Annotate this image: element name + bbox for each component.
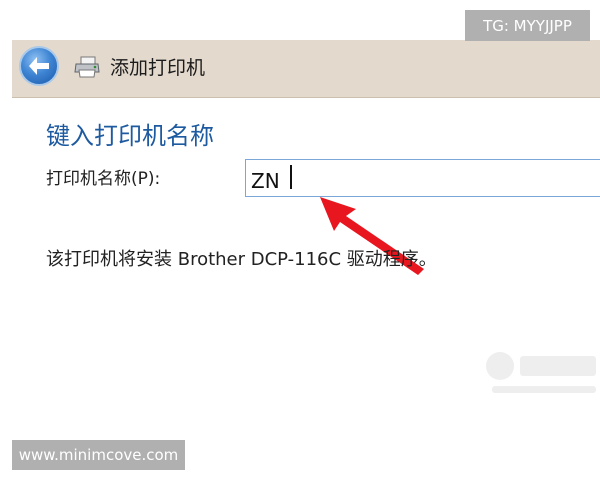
back-arrow-icon: [29, 57, 49, 75]
add-printer-window: 添加打印机 键入打印机名称 打印机名称(P): 该打印机将安装 Brother …: [12, 40, 600, 440]
text-caret: [290, 165, 292, 189]
printer-name-input[interactable]: [245, 159, 600, 197]
tg-watermark-badge: TG: MYYJJPP: [465, 10, 590, 41]
wizard-content: 键入打印机名称 打印机名称(P): 该打印机将安装 Brother DCP-11…: [12, 98, 600, 440]
window-titlebar: 添加打印机: [12, 40, 600, 98]
page-heading: 键入打印机名称: [46, 122, 214, 150]
printer-name-label: 打印机名称(P):: [46, 169, 161, 189]
window-title: 添加打印机: [110, 57, 206, 79]
driver-install-message: 该打印机将安装 Brother DCP-116C 驱动程序。: [46, 249, 437, 270]
printer-icon: [74, 56, 100, 78]
back-button[interactable]: [19, 46, 59, 86]
watermark-logo-icon: [486, 352, 596, 393]
url-watermark-badge: www.minimcove.com: [12, 440, 185, 470]
